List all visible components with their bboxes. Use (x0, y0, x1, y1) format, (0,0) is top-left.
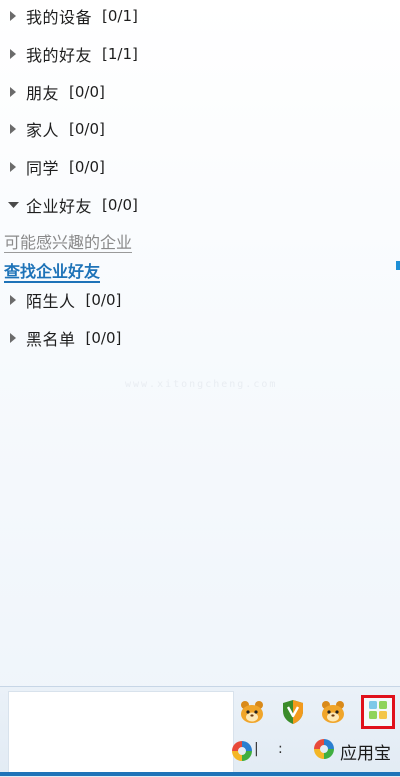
group-count: [0/0] (69, 158, 105, 176)
tencent-app-icon[interactable] (228, 737, 256, 765)
watermark-text: www.xitongcheng.com (125, 379, 278, 390)
shield-icon[interactable] (279, 698, 307, 726)
collapsed-arrow-icon (0, 114, 26, 144)
group-count: [1/1] (102, 45, 138, 63)
group-enterprise-friends[interactable]: 企业好友 [0/0] (0, 190, 380, 220)
app-treasure-button[interactable]: 应用宝 (312, 738, 391, 764)
pet-icon[interactable] (238, 698, 266, 726)
scrollbar-marker[interactable] (396, 261, 400, 270)
apps-grid-icon (368, 700, 388, 724)
group-my-devices[interactable]: 我的设备 [0/1] (0, 1, 380, 31)
group-name: 黑名单 (26, 330, 76, 349)
group-friends[interactable]: 朋友 [0/0] (0, 77, 380, 107)
collapsed-arrow-icon (0, 323, 26, 353)
expanded-arrow-icon (0, 190, 26, 220)
group-count: [0/1] (102, 7, 138, 25)
pet-icon[interactable] (319, 698, 347, 726)
group-count: [0/0] (69, 83, 105, 101)
app-treasure-icon (312, 737, 336, 765)
collapsed-arrow-icon (0, 77, 26, 107)
group-count: [0/0] (85, 329, 122, 347)
group-name: 陌生人 (26, 292, 76, 311)
group-family[interactable]: 家人 [0/0] (0, 114, 380, 144)
group-name: 我的好友 (26, 46, 93, 65)
app-manager-button[interactable] (361, 695, 395, 729)
group-name: 企业好友 (26, 197, 93, 216)
group-classmates[interactable]: 同学 [0/0] (0, 152, 380, 182)
group-count: [0/0] (102, 196, 138, 214)
group-name: 朋友 (26, 84, 60, 103)
group-blacklist[interactable]: 黑名单 [0/0] (0, 323, 380, 353)
find-enterprise-friends-link[interactable]: 查找企业好友 (4, 263, 101, 283)
window-bottom-edge (0, 772, 400, 776)
app-treasure-label: 应用宝 (340, 743, 391, 764)
small-bar-glyph: | (254, 741, 259, 757)
group-my-friends[interactable]: 我的好友 [1/1] (0, 39, 380, 69)
group-count: [0/0] (85, 291, 122, 309)
group-name: 同学 (26, 159, 60, 178)
collapsed-arrow-icon (0, 39, 26, 69)
group-name: 我的设备 (26, 8, 93, 27)
group-count: [0/0] (69, 120, 105, 138)
collapsed-arrow-icon (0, 152, 26, 182)
toolbar-blank-area (8, 691, 234, 773)
interested-enterprises-link[interactable]: 可能感兴趣的企业 (4, 234, 133, 253)
separator-glyph: : (278, 741, 283, 757)
collapsed-arrow-icon (0, 1, 26, 31)
group-name: 家人 (26, 121, 60, 140)
group-strangers[interactable]: 陌生人 [0/0] (0, 285, 380, 315)
collapsed-arrow-icon (0, 285, 26, 315)
